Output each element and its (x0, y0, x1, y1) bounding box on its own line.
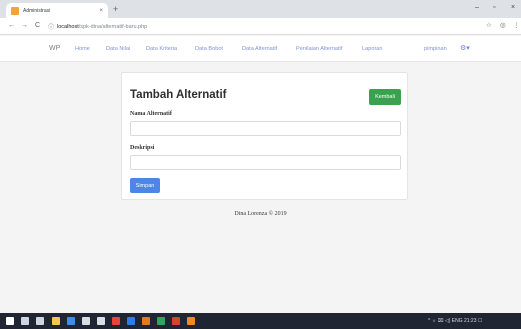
close-window-icon[interactable]: × (511, 2, 515, 14)
nav-penilaian-alternatif[interactable]: Penilaian Alternatif (296, 46, 342, 52)
screen: Administrasi × + – ▫ × ← → C ⓘ localhost… (0, 0, 521, 329)
user-menu[interactable]: pimpinan (424, 46, 447, 52)
url-host: localhost (57, 23, 79, 30)
tab-close-icon[interactable]: × (99, 8, 103, 14)
maximize-icon[interactable]: ▫ (493, 2, 495, 14)
task-view-icon[interactable] (36, 317, 44, 325)
app-red-icon[interactable] (172, 317, 180, 325)
deskripsi-label: Deskripsi (130, 145, 155, 151)
profile-icon[interactable]: ◎ (500, 21, 506, 31)
minimize-icon[interactable]: – (475, 2, 479, 14)
app-navbar: WP Home Data Nilai Data Kriteria Data Bo… (0, 36, 521, 62)
address-bar-row: ← → C ⓘ localhost/spk-dina/alternatif-ba… (0, 18, 521, 35)
taskbar: ^ ☼ ⌧ ◁) ENG 21:23 ☐ (0, 313, 521, 329)
nama-alternatif-input[interactable] (130, 121, 401, 136)
footer-text: Dina Lorenza © 2019 (234, 211, 287, 217)
save-button[interactable]: Simpan (130, 178, 160, 193)
back-icon[interactable]: ← (8, 21, 15, 31)
browser-tab-strip: Administrasi × + – ▫ × (0, 0, 521, 18)
store-icon[interactable] (82, 317, 90, 325)
chrome-icon[interactable] (112, 317, 120, 325)
app-green-icon[interactable] (157, 317, 165, 325)
nav-data-bobot[interactable]: Data Bobot (195, 46, 223, 52)
url-bar[interactable]: ⓘ localhost/spk-dina/alternatif-baru.php (48, 21, 488, 32)
nav-data-kriteria[interactable]: Data Kriteria (146, 46, 177, 52)
file-explorer-icon[interactable] (52, 317, 60, 325)
nav-data-alternatif[interactable]: Data Alternatif (242, 46, 277, 52)
system-tray[interactable]: ^ ☼ ⌧ ◁) ENG 21:23 ☐ (428, 317, 482, 325)
nav-laporan[interactable]: Laporan (362, 46, 383, 52)
forward-icon[interactable]: → (21, 21, 28, 31)
deskripsi-input[interactable] (130, 155, 401, 170)
search-icon[interactable] (21, 317, 29, 325)
new-tab-icon[interactable]: + (113, 3, 118, 15)
nama-alternatif-label: Nama Alternatif (130, 111, 172, 117)
tab-title: Administrasi (23, 7, 51, 14)
mail-icon[interactable] (97, 317, 105, 325)
windows-start-icon[interactable] (6, 317, 14, 325)
app-orange-icon[interactable] (142, 317, 150, 325)
back-button[interactable]: Kembali (369, 89, 401, 105)
bookmark-star-icon[interactable]: ☆ (486, 21, 492, 31)
nav-home[interactable]: Home (75, 46, 90, 52)
app-blue-icon[interactable] (127, 317, 135, 325)
page-title: Tambah Alternatif (130, 89, 227, 101)
edge-icon[interactable] (67, 317, 75, 325)
brand-logo[interactable]: WP (49, 45, 60, 52)
browser-tab[interactable]: Administrasi × (6, 3, 108, 18)
favicon-icon (11, 6, 19, 15)
form-card: Tambah Alternatif Kembali Nama Alternati… (121, 72, 408, 200)
sublime-icon[interactable] (187, 317, 195, 325)
browser-menu-icon[interactable]: ⋮ (513, 21, 520, 31)
nav-data-nilai[interactable]: Data Nilai (106, 46, 130, 52)
reload-icon[interactable]: C (35, 21, 40, 31)
url-path: /spk-dina/alternatif-baru.php (78, 23, 148, 30)
url-text: localhost/spk-dina/alternatif-baru.php (57, 24, 147, 30)
settings-dropdown-icon[interactable]: ⚙▾ (460, 44, 470, 52)
site-info-icon[interactable]: ⓘ (48, 22, 54, 31)
